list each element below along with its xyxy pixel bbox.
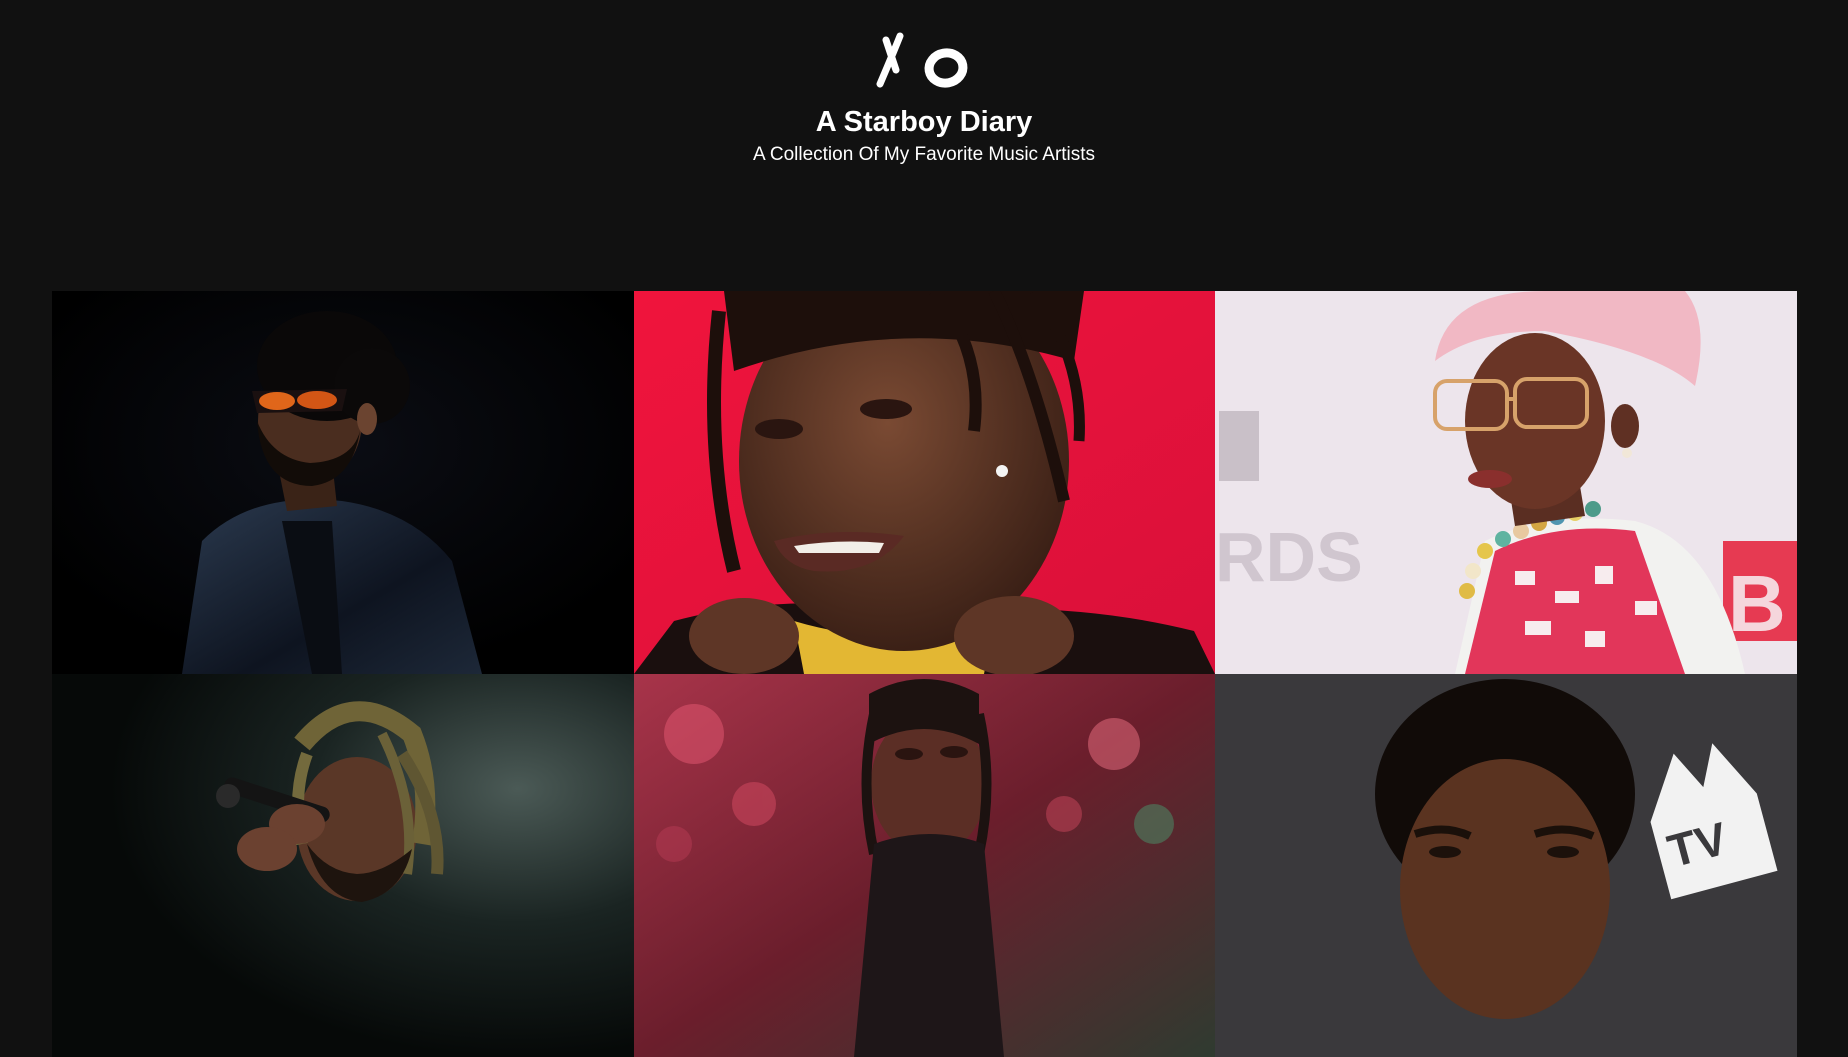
artist-photo-2[interactable] [634, 291, 1215, 674]
svg-text:RDS: RDS [1215, 518, 1363, 596]
portrait-concert-icon [634, 674, 1215, 1057]
artist-photo-3[interactable]: RDS B [1215, 291, 1797, 674]
portrait-pink-hat-icon: RDS B [1215, 291, 1797, 674]
svg-text:B: B [1728, 559, 1786, 648]
portrait-braids-icon [634, 291, 1215, 674]
portrait-mtv-icon: TV [1215, 674, 1797, 1057]
artist-photo-1[interactable] [52, 291, 634, 674]
page-subtitle: A Collection Of My Favorite Music Artist… [752, 144, 1096, 165]
page-title: A Starboy Diary [815, 106, 1033, 138]
artist-gallery: RDS B TV [52, 291, 1797, 1057]
portrait-sunglasses-icon [52, 291, 634, 674]
xo-logo-icon[interactable] [874, 32, 978, 94]
portrait-microphone-icon [52, 674, 634, 1057]
artist-photo-5[interactable] [634, 674, 1215, 1057]
artist-photo-4[interactable] [52, 674, 634, 1057]
artist-photo-6[interactable]: TV [1215, 674, 1797, 1057]
